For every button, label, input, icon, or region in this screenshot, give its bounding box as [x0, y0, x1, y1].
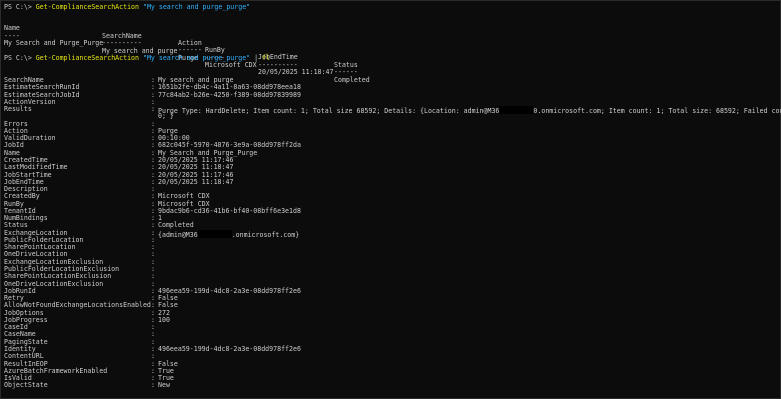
property-row: SharePointLocationExclusion: — [4, 272, 774, 280]
property-row: SearchName: My search and purge — [4, 76, 774, 84]
property-row: AllowNotFoundExchangeLocationsEnabled: Fa… — [4, 302, 774, 310]
property-row: 0; } — [4, 113, 774, 120]
property-row: JobStartTime:20/05/2025 11:17:46 — [4, 171, 774, 179]
property-row: JobId:682c045f-5970-4876-3e9a-08dd978ff2… — [4, 142, 774, 150]
cmd-argument: "My search and purge_purge" — [142, 3, 251, 11]
property-value: 100 — [158, 315, 170, 324]
property-row: Results: Purge Type: HardDelete; Item cou… — [4, 105, 781, 114]
property-row: CreatedTime:20/05/2025 11:17:46 — [4, 156, 774, 164]
property-row: CreatedBy: Microsoft CDX — [4, 193, 774, 201]
property-value: 496eea59-199d-4dc8-2a3e-08dd978ff2e6 — [158, 344, 301, 353]
format-list-cmdlet: fl — [262, 54, 271, 62]
property-row: EstimateSearchJobId:77c84ab2-b26e-4250-f… — [4, 90, 774, 99]
property-row: ExchangeLocationExclusion: — [4, 258, 774, 266]
property-row: LastModifiedTime:20/05/2025 11:18:47 — [4, 163, 774, 171]
property-row: CaseId: — [4, 323, 774, 331]
property-row: PagingState: — [4, 338, 774, 346]
powershell-terminal[interactable]: PS C:\> Get-ComplianceSearchAction "My s… — [0, 0, 781, 399]
property-name: Results — [4, 105, 32, 114]
property-row: IsValid: True — [4, 374, 774, 382]
property-row: JobProgress:100 — [4, 315, 774, 324]
property-row: Description: — [4, 185, 774, 193]
property-row: ValidDuration:00:10:00 — [4, 134, 774, 142]
property-value: Completed — [158, 221, 194, 230]
pipe-operator: | — [250, 54, 263, 62]
property-row: JobEndTime:20/05/2025 11:18:47 — [4, 177, 774, 186]
prompt: PS C:\> — [4, 54, 36, 62]
property-row: Errors: — [4, 120, 774, 128]
property-value: 0; } — [158, 112, 174, 121]
property-row: Identity:496eea59-199d-4dc8-2a3e-08dd978… — [4, 344, 774, 353]
property-value: 496eea59-199d-4dc8-2a3e-08dd978ff2e6 — [158, 286, 301, 295]
property-separator: : — [151, 381, 155, 390]
property-row: SharePointLocation: — [4, 243, 774, 251]
table-cell-name: My Search and Purge_Purge — [4, 39, 104, 48]
property-row: EstimateSearchRunId:1651b2fe-db4c-4a11-8… — [4, 83, 774, 91]
table-row: My Search and Purge_Purge My search and … — [4, 33, 370, 83]
cmdlet: Get-ComplianceSearchAction — [35, 54, 139, 62]
property-value: 77c84ab2-b26e-4250-f389-08dd97839989 — [158, 90, 301, 99]
cmd-argument: "My search and purge_purge" — [142, 54, 251, 62]
property-name: ObjectState — [4, 381, 48, 390]
property-row: AzureBatchFrameworkEnabled: True — [4, 367, 774, 375]
property-row: PublicFolderLocation: — [4, 236, 774, 244]
prompt: PS C:\> — [4, 3, 36, 11]
property-row: OneDriveLocationExclusion: — [4, 280, 774, 288]
property-row: JobRunId:496eea59-199d-4dc8-2a3e-08dd978… — [4, 286, 774, 295]
command-line-2: PS C:\> Get-ComplianceSearchAction "My s… — [4, 54, 271, 62]
property-row: ActionVersion: — [4, 98, 774, 106]
property-row: Action: Purge — [4, 127, 774, 135]
property-row: ResultInEOP: False — [4, 360, 774, 368]
table-header-row: Name SearchName Action RunBy JobEndTime … — [4, 18, 358, 68]
property-row: Status: Completed — [4, 221, 774, 230]
property-row: TenantId:9bdac9b6-cd36-41b6-bf40-08bff6e… — [4, 206, 774, 215]
property-row: ExchangeLocation: {admin@M36 .onmicrosoft.… — [4, 229, 774, 238]
property-row: ObjectState: New — [4, 381, 774, 390]
table-cell-runby: Microsoft CDX — [205, 61, 257, 70]
property-separator: : — [151, 105, 155, 114]
property-value: 20/05/2025 11:18:47 — [158, 177, 234, 186]
property-row: JobOptions:272 — [4, 309, 774, 317]
property-row: CaseName: — [4, 331, 774, 339]
property-row: PublicFolderLocationExclusion: — [4, 265, 774, 273]
property-value: 9bdac9b6-cd36-41b6-bf40-08bff6e3e1d8 — [158, 206, 301, 215]
table-cell-jobendtime: 20/05/2025 11:18:47 — [258, 68, 334, 77]
command-line-1: PS C:\> Get-ComplianceSearchAction "My s… — [4, 3, 251, 11]
cmdlet: Get-ComplianceSearchAction — [35, 3, 139, 11]
property-value: New — [158, 381, 170, 390]
property-row: Name: My Search and Purge_Purge — [4, 149, 774, 157]
property-row: NumBindings:1 — [4, 214, 774, 222]
table-underline-row: ---- ---------- ------ ----- ---------- … — [4, 26, 358, 76]
property-row: RunBy: Microsoft CDX — [4, 200, 774, 208]
property-row: OneDriveLocation: — [4, 251, 774, 259]
property-row: ContentURL: — [4, 352, 774, 360]
